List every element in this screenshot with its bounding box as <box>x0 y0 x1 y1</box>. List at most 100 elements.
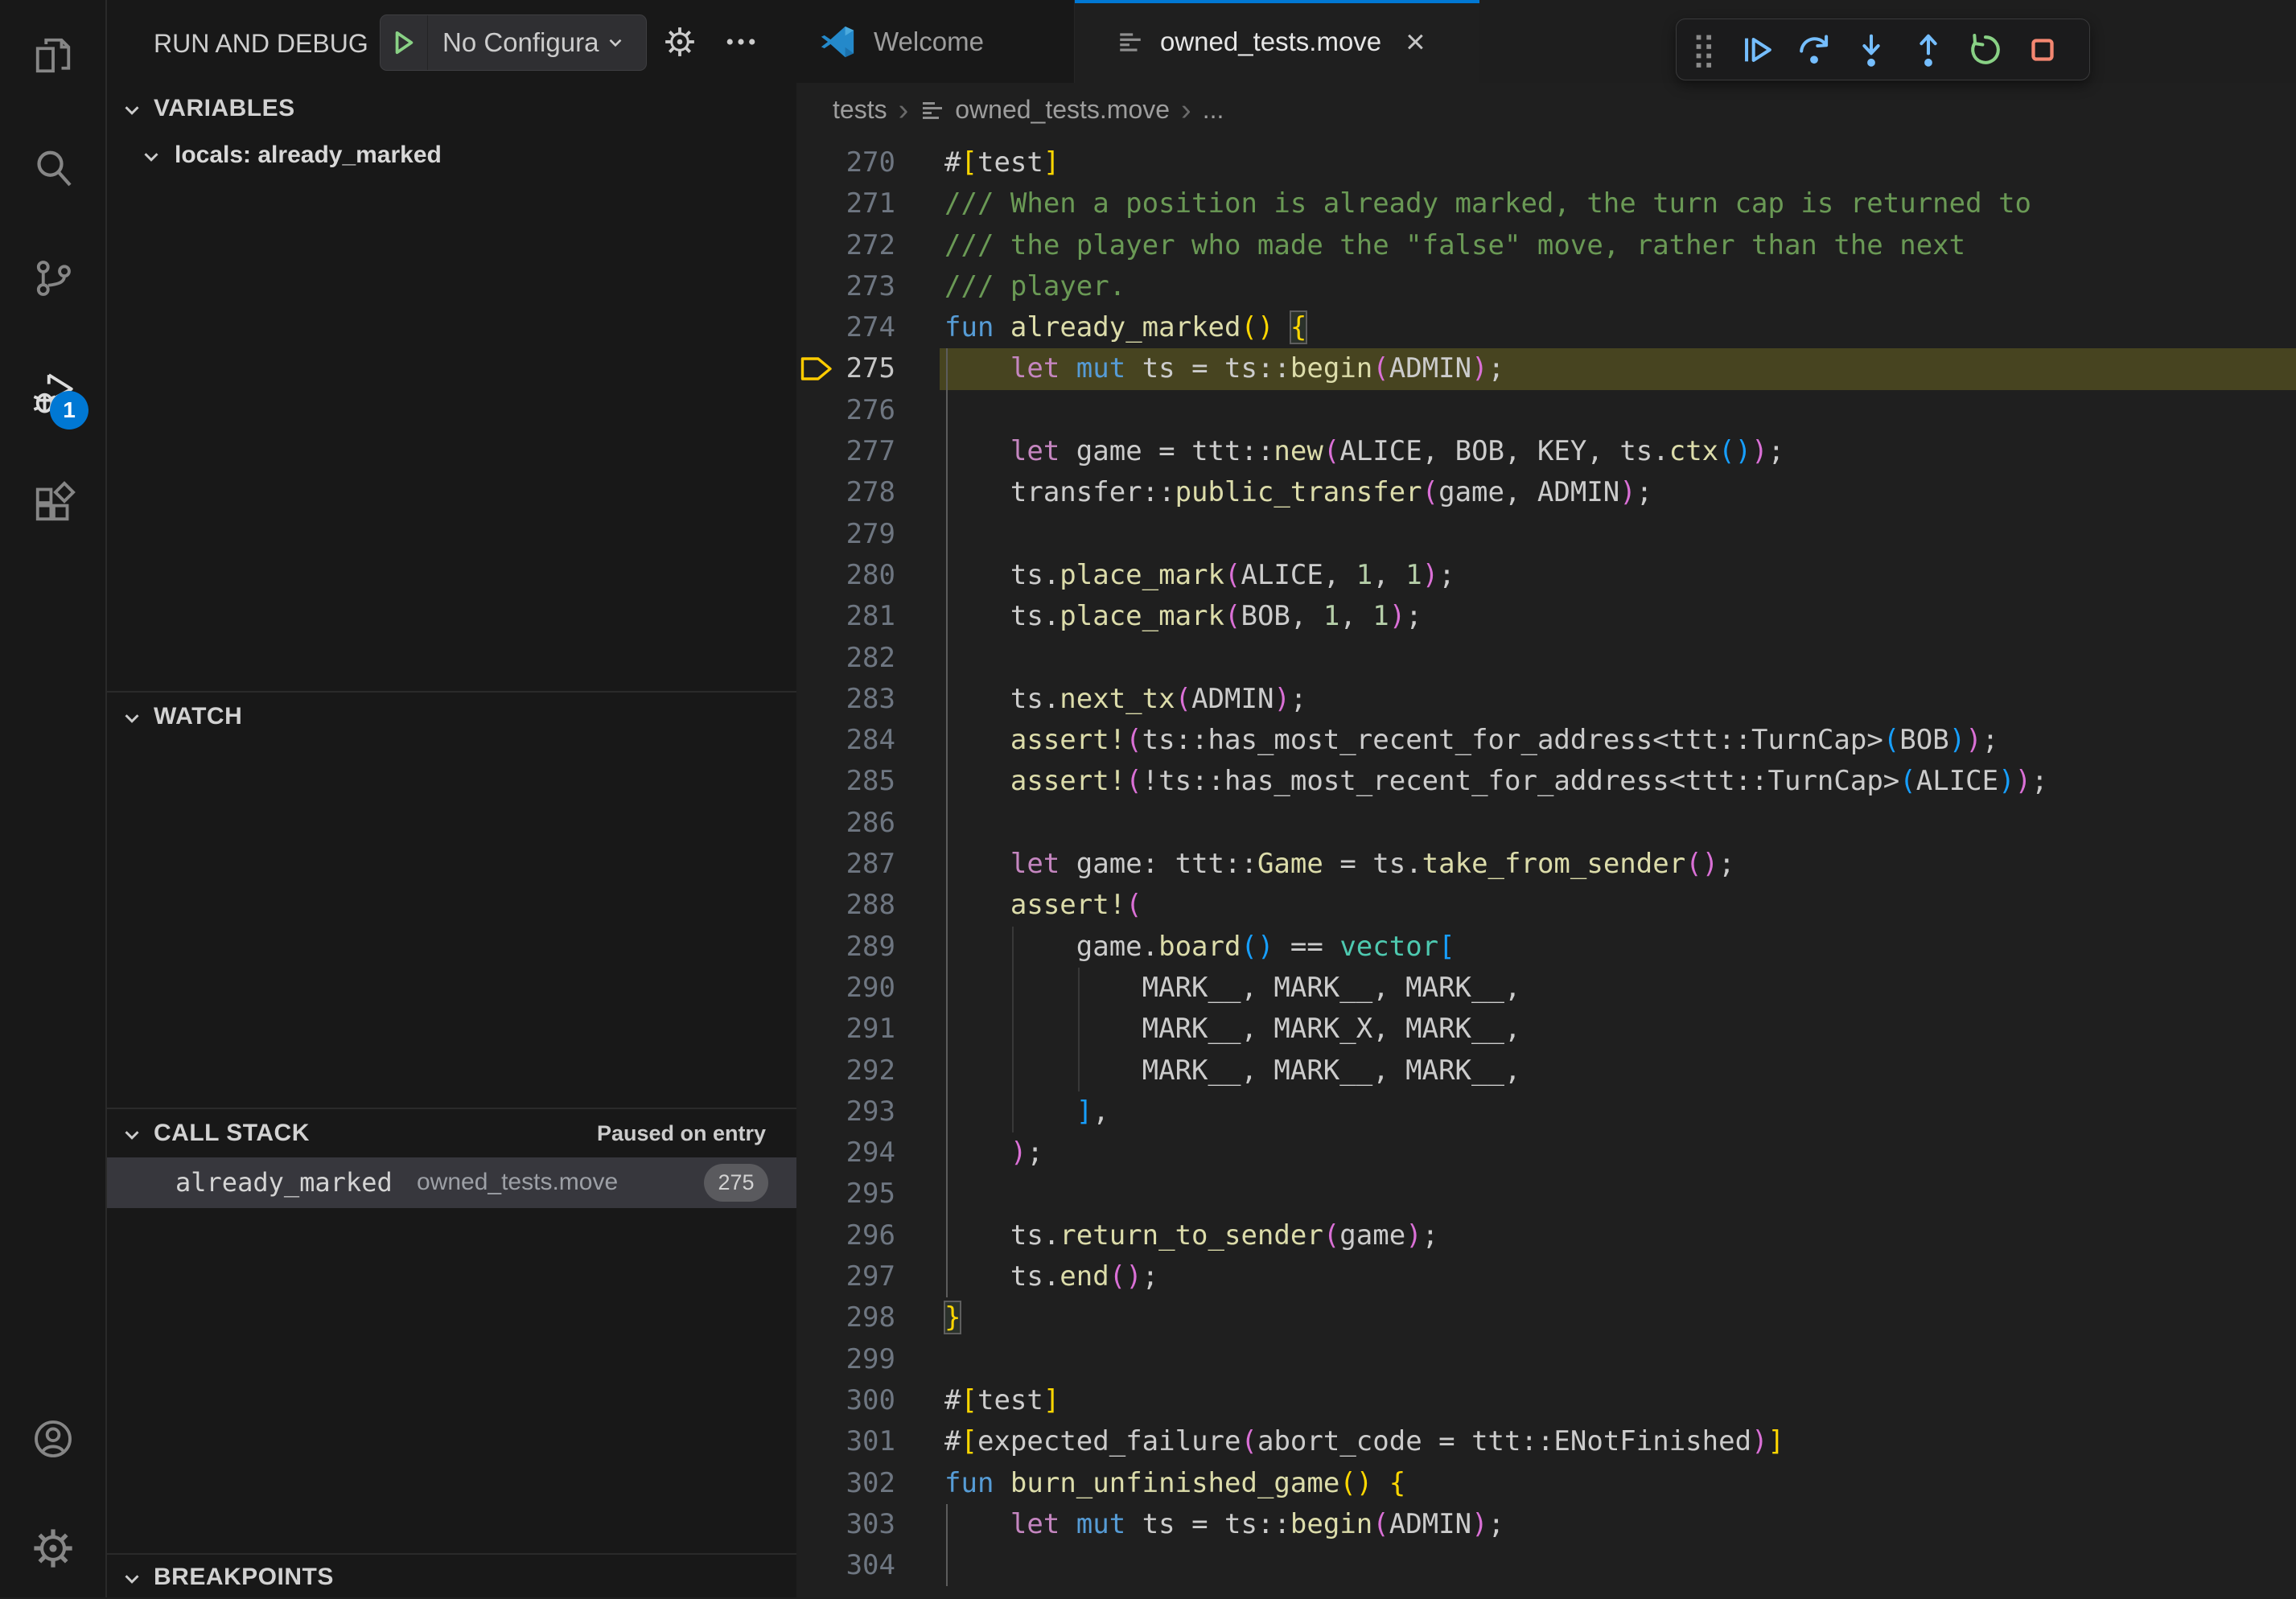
breakpoint-gutter[interactable] <box>796 1215 833 1256</box>
breakpoint-gutter[interactable] <box>796 555 833 596</box>
breakpoint-gutter[interactable] <box>796 390 833 431</box>
variables-scope-row[interactable]: locals: already_marked <box>107 138 796 177</box>
code-token: ] <box>1043 146 1060 179</box>
source-control-icon[interactable] <box>0 246 105 310</box>
debug-settings-gear-icon[interactable] <box>662 24 697 60</box>
more-actions-icon[interactable] <box>723 24 759 60</box>
section-watch[interactable]: WATCH <box>107 698 796 738</box>
breadcrumb-item[interactable]: tests <box>833 95 887 125</box>
code-text: assert!( <box>940 885 2296 926</box>
code-line: 293 ], <box>796 1091 2296 1132</box>
breakpoint-gutter[interactable] <box>796 720 833 761</box>
breakpoint-gutter[interactable] <box>796 1132 833 1174</box>
close-icon[interactable]: × <box>1405 25 1426 59</box>
code-token <box>944 848 1010 880</box>
play-icon <box>393 31 415 55</box>
call-stack-frame-row[interactable]: already_marked owned_tests.move 275 <box>107 1157 796 1208</box>
restart-button[interactable] <box>1957 19 2014 80</box>
section-divider <box>107 691 796 693</box>
indent-guide <box>1078 1009 1080 1050</box>
code-token: ; <box>1438 559 1455 591</box>
line-number: 284 <box>833 720 895 761</box>
code-token: MARK__, MARK_X, MARK__, <box>944 1013 1520 1045</box>
breakpoint-gutter[interactable] <box>796 183 833 224</box>
breakpoint-gutter[interactable] <box>796 472 833 513</box>
line-number: 279 <box>833 514 895 555</box>
vscode-logo-icon <box>819 23 856 60</box>
breakpoint-gutter[interactable] <box>796 761 833 802</box>
breadcrumb-item[interactable]: owned_tests.move <box>955 95 1170 125</box>
breakpoint-gutter[interactable] <box>796 638 833 679</box>
search-icon[interactable] <box>0 136 105 200</box>
section-call-stack[interactable]: CALL STACK Paused on entry <box>107 1115 796 1155</box>
code-text <box>940 1339 2296 1380</box>
breakpoint-gutter[interactable] <box>796 1463 833 1504</box>
code-token: , <box>1092 1095 1109 1128</box>
breakpoint-gutter[interactable] <box>796 348 833 389</box>
code-token: ) <box>1010 1137 1027 1169</box>
stop-button[interactable] <box>2014 19 2071 80</box>
breakpoint-gutter[interactable] <box>796 431 833 472</box>
section-variables[interactable]: VARIABLES <box>107 90 796 130</box>
breakpoint-gutter[interactable] <box>796 1256 833 1297</box>
code-token: ; <box>1636 476 1652 508</box>
settings-gear-icon[interactable] <box>0 1516 105 1581</box>
breakpoint-gutter[interactable] <box>796 514 833 555</box>
line-number: 271 <box>833 183 895 224</box>
code-token: , <box>1372 559 1405 591</box>
code-text: assert!(!ts::has_most_recent_for_address… <box>940 761 2296 802</box>
breakpoint-gutter[interactable] <box>796 596 833 637</box>
indent-guide <box>946 968 948 1009</box>
breakpoint-gutter[interactable] <box>796 844 833 885</box>
breakpoint-gutter[interactable] <box>796 927 833 968</box>
indent-guide <box>946 844 948 885</box>
indent-guide <box>946 679 948 720</box>
section-breakpoints[interactable]: BREAKPOINTS <box>107 1559 796 1599</box>
breakpoint-gutter[interactable] <box>796 1297 833 1338</box>
debug-config-dropdown[interactable]: No Configura <box>380 14 647 71</box>
tab-owned-tests-move[interactable]: owned_tests.move × <box>1075 0 1479 83</box>
code-token: () <box>1685 848 1718 880</box>
breakpoint-gutter[interactable] <box>796 803 833 844</box>
code-token: 1 <box>1356 559 1372 591</box>
breakpoint-gutter[interactable] <box>796 1009 833 1050</box>
explorer-icon[interactable] <box>0 23 105 88</box>
frame-line-badge: 275 <box>704 1164 768 1202</box>
step-out-button[interactable] <box>1899 19 1957 80</box>
breakpoint-gutter[interactable] <box>796 142 833 183</box>
breadcrumb-item[interactable]: ... <box>1203 95 1224 125</box>
start-debug-button[interactable] <box>381 15 428 70</box>
code-editor[interactable]: 270#[test]271/// When a position is alre… <box>796 137 2296 1597</box>
breakpoint-gutter[interactable] <box>796 1545 833 1586</box>
breakpoint-gutter[interactable] <box>796 1339 833 1380</box>
breakpoint-gutter[interactable] <box>796 266 833 307</box>
account-icon[interactable] <box>0 1407 105 1471</box>
breakpoint-gutter[interactable] <box>796 1504 833 1545</box>
breakpoint-gutter[interactable] <box>796 1174 833 1215</box>
line-number: 296 <box>833 1215 895 1256</box>
step-into-button[interactable] <box>1842 19 1899 80</box>
breakpoint-gutter[interactable] <box>796 1091 833 1132</box>
breakpoint-gutter[interactable] <box>796 679 833 720</box>
breakpoint-gutter[interactable] <box>796 968 833 1009</box>
breakpoint-gutter[interactable] <box>796 1421 833 1462</box>
breakpoint-gutter[interactable] <box>796 225 833 266</box>
tab-welcome[interactable]: Welcome <box>796 0 1075 83</box>
code-token: ts. <box>944 1219 1060 1252</box>
breakpoint-gutter[interactable] <box>796 885 833 926</box>
breakpoint-gutter[interactable] <box>796 1380 833 1421</box>
step-over-button[interactable] <box>1785 19 1842 80</box>
toolbar-gripper[interactable] <box>1681 19 1728 80</box>
line-number: 298 <box>833 1297 895 1338</box>
breakpoint-gutter[interactable] <box>796 1050 833 1091</box>
extensions-icon[interactable] <box>0 471 105 536</box>
gutter-spacer <box>895 1421 940 1462</box>
continue-button[interactable] <box>1728 19 1785 80</box>
indent-guide <box>1078 1050 1080 1091</box>
breakpoint-gutter[interactable] <box>796 307 833 348</box>
code-line: 287 let game: ttt::Game = ts.take_from_s… <box>796 844 2296 885</box>
code-token: ; <box>2031 765 2047 797</box>
code-token: MARK__, MARK__, MARK__, <box>944 1054 1520 1087</box>
code-token: ] <box>1076 1095 1092 1128</box>
code-text <box>940 514 2296 555</box>
